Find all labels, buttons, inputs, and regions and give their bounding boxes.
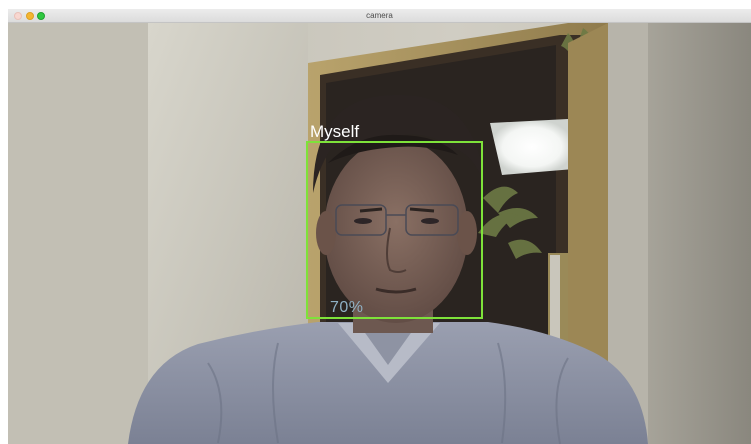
camera-window: camera Myself 70% xyxy=(8,9,751,444)
face-confidence: 70% xyxy=(330,299,364,316)
window-title: camera xyxy=(366,11,393,20)
camera-feed: Myself 70% xyxy=(8,23,751,444)
face-detection-box xyxy=(306,141,483,319)
face-label: Myself xyxy=(310,122,360,141)
title-bar[interactable]: camera xyxy=(8,9,751,23)
